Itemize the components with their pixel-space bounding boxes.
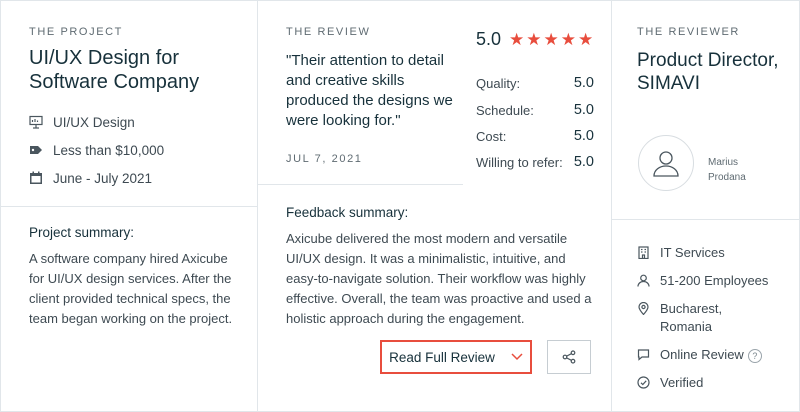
rating-row: Cost: 5.0 [476, 128, 594, 144]
person-icon [637, 274, 650, 287]
share-icon [562, 350, 576, 364]
review-column: THE REVIEW "Their attention to detail an… [258, 1, 612, 411]
reviewer-industry: IT Services [637, 244, 725, 262]
reviewer-column: THE REVIEWER Product Director, SIMAVI Ma… [612, 1, 800, 411]
project-budget: Less than $10,000 [29, 140, 164, 160]
project-timeline-text: June - July 2021 [53, 170, 153, 186]
rating-label: Schedule: [476, 103, 534, 118]
project-service: UI/UX Design [29, 112, 135, 132]
star-icon: ★ [509, 29, 525, 49]
avatar [638, 135, 694, 191]
star-rating: ★ ★ ★ ★ ★ [509, 29, 594, 49]
review-divider [258, 184, 463, 185]
project-title: UI/UX Design for Software Company [29, 47, 200, 93]
reviewer-divider [612, 219, 800, 220]
star-icon: ★ [526, 29, 542, 49]
project-column: THE PROJECT UI/UX Design for Software Co… [1, 1, 258, 411]
project-timeline: June - July 2021 [29, 168, 152, 188]
review-card: THE PROJECT UI/UX Design for Software Co… [0, 0, 800, 412]
chevron-down-icon [511, 353, 523, 361]
rating-row: Quality: 5.0 [476, 75, 594, 91]
reviewer-industry-text: IT Services [660, 245, 725, 260]
rating-value: 5.0 [573, 128, 594, 144]
read-full-review-button[interactable]: Read Full Review [380, 340, 532, 374]
rating-label: Cost: [476, 129, 507, 144]
overall-score: 5.0 ★ ★ ★ ★ ★ [476, 29, 593, 50]
share-button[interactable] [547, 340, 591, 374]
check-circle-icon [637, 376, 650, 389]
calendar-icon [30, 171, 42, 184]
reviewer-title: Product Director, SIMAVI [637, 50, 779, 94]
reviewer-location-text: Bucharest, Romania [660, 301, 723, 334]
project-budget-text: Less than $10,000 [53, 142, 165, 158]
project-eyebrow: THE PROJECT [29, 26, 123, 38]
reviewer-company-size: 51-200 Employees [637, 272, 768, 290]
star-icon: ★ [543, 29, 559, 49]
rating-label: Willing to refer: [476, 155, 563, 170]
price-tag-icon [30, 146, 42, 154]
feedback-summary-label: Feedback summary: [286, 205, 409, 220]
read-full-review-label: Read Full Review [389, 349, 495, 365]
review-date: JUL 7, 2021 [286, 153, 363, 165]
review-type-label: Online Review [660, 347, 744, 362]
review-eyebrow: THE REVIEW [286, 26, 371, 38]
chat-bubble-icon [637, 349, 650, 361]
user-icon [653, 151, 679, 177]
review-quote: "Their attention to detail and creative … [286, 52, 453, 129]
rating-value: 5.0 [573, 75, 594, 91]
building-icon [638, 246, 649, 259]
reviewer-location: Bucharest, Romania [637, 300, 777, 336]
feedback-summary-text: Axicube delivered the most modern and ve… [286, 231, 592, 326]
reviewer-company-size-text: 51-200 Employees [660, 273, 769, 288]
rating-value: 5.0 [573, 154, 594, 170]
rating-row: Schedule: 5.0 [476, 102, 594, 118]
rating-row: Willing to refer: 5.0 [476, 154, 594, 170]
reviewer-review-type: Online Review? [637, 346, 762, 364]
reviewer-eyebrow: THE REVIEWER [637, 26, 740, 38]
rating-label: Quality: [476, 76, 521, 91]
presentation-icon [29, 115, 43, 129]
help-icon[interactable]: ? [747, 348, 762, 363]
overall-score-value: 5.0 [476, 29, 502, 49]
rating-value: 5.0 [573, 102, 594, 118]
reviewer-verified-text: Verified [660, 375, 704, 390]
star-icon: ★ [560, 29, 577, 49]
location-pin-icon [638, 302, 649, 315]
project-service-text: UI/UX Design [53, 114, 135, 130]
star-icon: ★ [578, 29, 594, 49]
project-summary-label: Project summary: [29, 225, 135, 240]
project-divider [1, 206, 257, 207]
reviewer-verified: Verified [637, 374, 703, 392]
reviewer-name: Marius Prodana [708, 157, 746, 183]
project-summary-text: A software company hired Axicube for UI/… [29, 251, 233, 326]
reviewer-review-type-text: Online Review? [660, 346, 762, 364]
